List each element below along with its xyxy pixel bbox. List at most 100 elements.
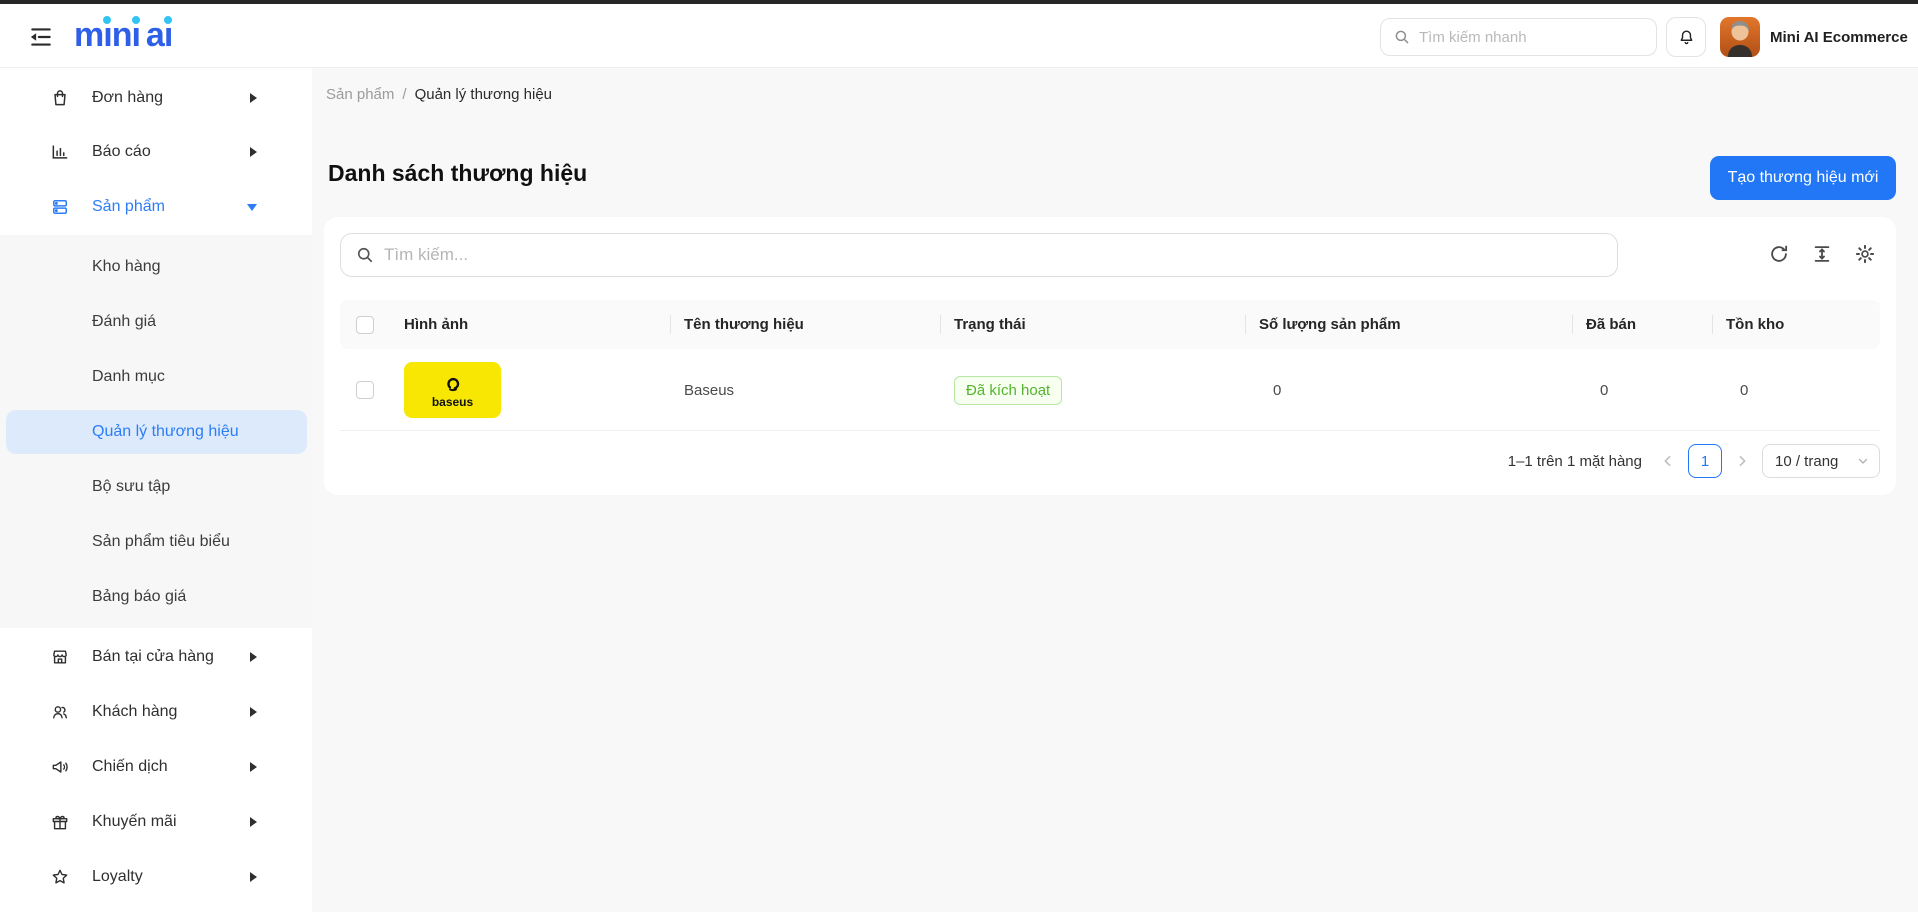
sidebar-item-label: Chiến dịch xyxy=(92,758,168,776)
logo-letter: n xyxy=(112,17,132,53)
brand-image-cell: baseus xyxy=(404,349,501,431)
chevron-down-icon xyxy=(1857,455,1869,467)
megaphone-icon xyxy=(50,757,70,777)
sidebar-item-label: Bán tại cửa hàng xyxy=(92,648,214,666)
chevron-right-icon xyxy=(250,872,257,882)
column-header: Hình ảnh xyxy=(404,300,468,349)
sidebar-item-label: Báo cáo xyxy=(92,143,151,161)
sidebar-item-label: Bộ sưu tập xyxy=(92,478,170,496)
sidebar-item-khach-hang[interactable]: Khách hàng xyxy=(0,685,312,739)
breadcrumb-parent[interactable]: Sản phẩm xyxy=(326,86,394,103)
sidebar-item-loyalty[interactable]: Loyalty xyxy=(0,850,312,904)
sidebar-item-bo-suu-tap[interactable]: Bộ sưu tập xyxy=(6,465,307,509)
global-search-input[interactable] xyxy=(1419,29,1644,46)
menu-fold-icon[interactable] xyxy=(28,24,54,50)
brand-name-cell: Baseus xyxy=(684,349,734,431)
product-count-cell: 0 xyxy=(1273,349,1281,431)
sidebar-item-kho-hang[interactable]: Kho hàng xyxy=(6,245,307,289)
chevron-right-icon xyxy=(250,652,257,662)
page-size-select[interactable]: 10 / trang xyxy=(1762,444,1880,478)
sidebar-submenu-san-pham: Kho hàng Đánh giá Danh mục Quản lý thươn… xyxy=(0,235,312,628)
notifications-button[interactable] xyxy=(1666,17,1706,57)
app-root: mınıaı Mini AI E xyxy=(0,0,1918,912)
shopping-bag-icon xyxy=(50,88,70,108)
sidebar: Đơn hàng Báo cáo Sản phẩm xyxy=(0,68,312,912)
sold-cell: 0 xyxy=(1600,349,1608,431)
sidebar-item-san-pham-tieu-bieu[interactable]: Sản phẩm tiêu biểu xyxy=(6,520,307,564)
column-header: Số lượng sản phẩm xyxy=(1259,300,1401,349)
chevron-right-icon xyxy=(250,762,257,772)
sidebar-item-label: Khách hàng xyxy=(92,703,177,721)
breadcrumb: Sản phẩm / Quản lý thương hiệu xyxy=(326,86,552,103)
create-brand-button[interactable]: Tạo thương hiệu mới xyxy=(1710,156,1896,200)
sidebar-item-label: Bảng báo giá xyxy=(92,588,186,606)
baseus-glyph-icon xyxy=(442,373,464,395)
sidebar-item-label: Đơn hàng xyxy=(92,89,163,107)
column-header: Đã bán xyxy=(1586,300,1636,349)
chevron-down-icon xyxy=(247,204,257,211)
header-checkbox-cell xyxy=(340,300,390,349)
select-all-checkbox[interactable] xyxy=(356,316,374,334)
sidebar-item-ban-tai-cua-hang[interactable]: Bán tại cửa hàng xyxy=(0,630,312,684)
pagination-total: 1–1 trên 1 mặt hàng xyxy=(1508,453,1642,470)
sidebar-item-don-hang[interactable]: Đơn hàng xyxy=(0,71,312,125)
chevron-right-icon xyxy=(250,817,257,827)
bell-icon xyxy=(1677,28,1696,47)
sidebar-item-label: Sản phẩm tiêu biểu xyxy=(92,533,230,551)
sidebar-item-danh-muc[interactable]: Danh mục xyxy=(6,355,307,399)
chevron-right-icon xyxy=(250,707,257,717)
table-header: Hình ảnh Tên thương hiệu Trạng thái Số l… xyxy=(340,300,1880,349)
table-search[interactable] xyxy=(340,233,1618,277)
brand-logo-wordmark: baseus xyxy=(432,396,473,408)
search-icon xyxy=(355,245,375,265)
table-row: baseus Baseus Đã kích hoạt 0 0 0 xyxy=(340,349,1880,431)
column-header: Tên thương hiệu xyxy=(684,300,804,349)
brand-logo[interactable]: mınıaı xyxy=(74,17,172,53)
breadcrumb-separator: / xyxy=(402,86,406,103)
page-title: Danh sách thương hiệu xyxy=(328,160,587,187)
sidebar-item-label: Danh mục xyxy=(92,368,165,386)
sidebar-item-label: Khuyến mãi xyxy=(92,813,177,831)
sidebar-item-chien-dich[interactable]: Chiến dịch xyxy=(0,740,312,794)
sidebar-item-bao-cao[interactable]: Báo cáo xyxy=(0,125,312,179)
pagination: 1–1 trên 1 mặt hàng 1 10 / trang xyxy=(1508,443,1880,479)
settings-gear-icon[interactable] xyxy=(1854,243,1876,265)
column-divider xyxy=(940,315,941,334)
gift-icon xyxy=(50,812,70,832)
top-header: mınıaı Mini AI E xyxy=(0,4,1918,68)
row-checkbox[interactable] xyxy=(356,381,374,399)
column-divider xyxy=(1245,315,1246,334)
column-height-icon[interactable] xyxy=(1811,243,1833,265)
user-avatar[interactable] xyxy=(1720,17,1760,57)
page-number-button[interactable]: 1 xyxy=(1688,444,1722,478)
prev-page-icon[interactable] xyxy=(1660,453,1676,469)
logo-letter: a xyxy=(146,17,164,53)
sidebar-item-label: Quản lý thương hiệu xyxy=(92,423,239,441)
user-name: Mini AI Ecommerce xyxy=(1770,29,1908,46)
chevron-right-icon xyxy=(250,147,257,157)
global-search[interactable] xyxy=(1380,18,1657,56)
stock-cell: 0 xyxy=(1740,349,1748,431)
store-icon xyxy=(50,647,70,667)
logo-letter: ı xyxy=(131,17,139,53)
sidebar-item-label: Đánh giá xyxy=(92,313,156,331)
brand-logo-tile: baseus xyxy=(404,362,501,418)
sidebar-item-bang-bao-gia[interactable]: Bảng báo giá xyxy=(6,575,307,619)
sidebar-item-khuyen-mai[interactable]: Khuyến mãi xyxy=(0,795,312,849)
column-divider xyxy=(670,315,671,334)
column-header: Tồn kho xyxy=(1726,300,1784,349)
logo-letter: m xyxy=(74,17,103,53)
next-page-icon[interactable] xyxy=(1734,453,1750,469)
logo-letter: ı xyxy=(164,17,172,53)
sidebar-item-quan-ly-thuong-hieu[interactable]: Quản lý thương hiệu xyxy=(6,410,307,454)
table-search-input[interactable] xyxy=(384,245,1603,265)
status-cell: Đã kích hoạt xyxy=(954,349,1062,431)
column-divider xyxy=(1712,315,1713,334)
sidebar-item-san-pham[interactable]: Sản phẩm xyxy=(0,180,312,234)
refresh-icon[interactable] xyxy=(1768,243,1790,265)
status-badge: Đã kích hoạt xyxy=(954,376,1062,405)
sidebar-item-danh-gia[interactable]: Đánh giá xyxy=(6,300,307,344)
search-icon xyxy=(1393,28,1411,46)
chevron-right-icon xyxy=(250,93,257,103)
logo-letter: ı xyxy=(103,17,111,53)
